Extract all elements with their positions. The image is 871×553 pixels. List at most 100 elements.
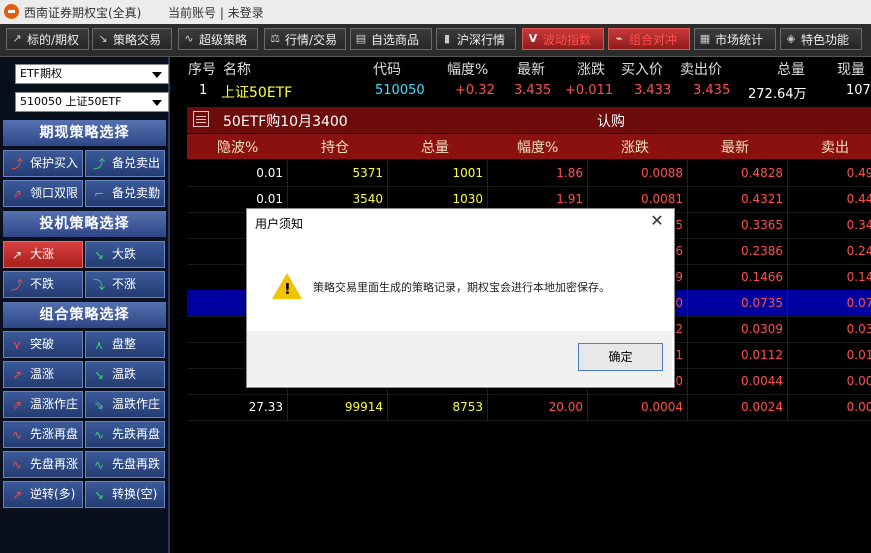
col-iv: 隐波% <box>217 140 259 156</box>
cell-chg: 0.0088 <box>641 166 683 180</box>
strategy-consolidate-button[interactable]: ⋏ 盘整 <box>85 331 165 358</box>
cell-ask: 0.002 <box>846 400 871 414</box>
arrow-up-icon: ↗ <box>11 488 23 502</box>
breakout-icon: ⋎ <box>12 338 22 352</box>
cell-ask: 0.030 <box>846 322 871 336</box>
trend-up-icon: ⤴ <box>92 157 105 171</box>
cell-ask: 0.011 <box>846 348 871 362</box>
v-icon: V <box>528 32 538 45</box>
column-divider <box>687 342 688 368</box>
trend-up-icon: ⤴ <box>10 157 23 171</box>
cell-chg: 0.0004 <box>641 400 683 414</box>
strategy-mild-fall-maker-button[interactable]: ⇘ 温跌作庄 <box>85 391 165 418</box>
consolidate-icon: ⋏ <box>94 338 104 352</box>
calendar-icon[interactable] <box>193 111 209 127</box>
wave-up-icon: ∿ <box>11 458 23 472</box>
wave-down-icon: ∿ <box>93 428 105 442</box>
strategy-flat-then-fall-button[interactable]: ∿ 先盘再跌 <box>85 451 165 478</box>
cell-chg: 0 <box>675 296 683 310</box>
cell-last: 0.1466 <box>741 270 783 284</box>
option-table-header: 隐波% 持仓 总量 幅度% 涨跌 最新 卖出 <box>187 134 871 159</box>
strategy-rise-then-flat-button[interactable]: ∿ 先涨再盘 <box>3 421 83 448</box>
cell-ask: 0.073 <box>846 296 871 310</box>
option-panel-titlebar: 50ETF购10月3400 认购 <box>187 107 871 133</box>
table-row[interactable]: 27.33 99914 8753 20.00 0.0004 0.0024 0.002 <box>187 394 871 421</box>
dialog-body: 策略交易里面生成的策略记录，期权宝会进行本地加密保存。 <box>247 239 672 331</box>
table-row[interactable]: 0.01 5371 1001 1.86 0.0088 0.4828 0.493 <box>187 160 871 187</box>
cell-chg: 2 <box>675 322 683 336</box>
title-bar: 西南证券期权宝(全真) 当前账号 | 未登录 <box>0 0 871 24</box>
contract-select[interactable]: 510050 上证50ETF <box>15 92 169 112</box>
col-open-interest: 持仓 <box>321 140 349 156</box>
strategy-big-rise-button[interactable]: ↗ 大涨 <box>3 241 83 268</box>
strategy-conversion-short-button[interactable]: ↘ 转换(空) <box>85 481 165 508</box>
strategy-protective-buy-button[interactable]: ⤴ 保护买入 <box>3 150 83 177</box>
quote-row[interactable]: 1 上证50ETF 510050 +0.32 3.435 +0.011 3.43… <box>187 80 871 104</box>
column-divider <box>387 160 388 186</box>
column-divider <box>487 394 488 420</box>
toolbar-button-super-strategy[interactable]: ∿ 超级策略 <box>178 28 258 50</box>
cell-chg: 0 <box>675 374 683 388</box>
strategy-flat-then-rise-button[interactable]: ∿ 先盘再涨 <box>3 451 83 478</box>
cell-chg: 9 <box>675 270 683 284</box>
strategy-fall-then-flat-button[interactable]: ∿ 先跌再盘 <box>85 421 165 448</box>
cell-last: 0.0112 <box>741 348 783 362</box>
column-divider <box>687 290 688 316</box>
col-code: 代码 <box>373 62 401 78</box>
dialog-footer: 确定 <box>247 331 672 386</box>
col-change: 涨跌 <box>621 140 649 156</box>
col-volume: 总量 <box>777 62 805 78</box>
column-divider <box>787 316 788 342</box>
toolbar-button-quote-trade[interactable]: ⚖ 行情/交易 <box>264 28 346 50</box>
underlying-type-select[interactable]: ETF期权 <box>15 64 169 84</box>
ok-button[interactable]: 确定 <box>578 343 663 371</box>
strategy-no-fall-button[interactable]: ⤴ 不跌 <box>3 271 83 298</box>
cell-last: 0.0044 <box>741 374 783 388</box>
cell-iv: 0.01 <box>256 192 283 206</box>
toolbar-button-watchlist[interactable]: ▤ 自选商品 <box>350 28 432 50</box>
toolbar-button-sh-sz-quotes[interactable]: ▮ 沪深行情 <box>436 28 516 50</box>
app-logo-icon <box>4 4 19 19</box>
strategy-mild-rise-button[interactable]: ↗ 温涨 <box>3 361 83 388</box>
toolbar-button-special-features[interactable]: ◈ 特色功能 <box>780 28 862 50</box>
cell-last: 0.4321 <box>741 192 783 206</box>
quote-header-row: 序号 名称 代码 幅度% 最新 涨跌 买入价 卖出价 总量 现量 <box>187 57 871 79</box>
cell-vol: 1001 <box>452 166 483 180</box>
strategy-collar-button[interactable]: ⇗ 领口双限 <box>3 180 83 207</box>
cell-pct: 1.86 <box>556 166 583 180</box>
col-pct-change: 幅度% <box>517 140 559 156</box>
arrow-down-icon: ↘ <box>93 248 105 262</box>
chevron-down-icon <box>152 100 162 106</box>
strategy-mild-rise-maker-button[interactable]: ⇗ 温涨作庄 <box>3 391 83 418</box>
cart-icon: ▤ <box>355 32 367 45</box>
column-divider <box>687 264 688 290</box>
trend-icon: ↘ <box>98 32 108 45</box>
column-divider <box>787 264 788 290</box>
cell-ask: 0.146 <box>846 270 871 284</box>
strategy-covered-sell-button[interactable]: ⤴ 备兑卖出 <box>85 150 165 177</box>
col-ask-price: 卖出 <box>821 140 849 156</box>
section-combo-strategy: 组合策略选择 <box>3 302 166 328</box>
column-divider <box>687 238 688 264</box>
toolbar-button-strategy-trade[interactable]: ↘ 策略交易 <box>92 28 172 50</box>
column-divider <box>687 212 688 238</box>
toolbar-button-underlying-option[interactable]: ↗ 标的/期权 <box>6 28 89 50</box>
strategy-no-rise-button[interactable]: ⤵ 不涨 <box>85 271 165 298</box>
arrow-up-icon: ↗ <box>11 248 23 262</box>
strategy-breakout-button[interactable]: ⋎ 突破 <box>3 331 83 358</box>
wave-up-icon: ∿ <box>11 428 23 442</box>
collar-icon: ⌐ <box>93 187 105 201</box>
toolbar-button-market-stats[interactable]: ▦ 市场统计 <box>694 28 776 50</box>
cell-oi: 3540 <box>352 192 383 206</box>
col-ask: 卖出价 <box>680 62 722 78</box>
strategy-reversal-long-button[interactable]: ↗ 逆转(多) <box>3 481 83 508</box>
strategy-covered-sell-2-button[interactable]: ⌐ 备兑卖勤 <box>85 180 165 207</box>
strategy-mild-fall-button[interactable]: ↘ 温跌 <box>85 361 165 388</box>
toolbar-button-combo-hedge[interactable]: ⌁ 组合对冲 <box>608 28 690 50</box>
strategy-big-fall-button[interactable]: ↘ 大跌 <box>85 241 165 268</box>
toolbar-button-volatility-index[interactable]: V 波动指数 <box>522 28 604 50</box>
column-divider <box>787 394 788 420</box>
column-divider <box>787 160 788 186</box>
chevron-down-icon <box>152 72 162 78</box>
close-icon[interactable]: ✕ <box>648 212 666 230</box>
